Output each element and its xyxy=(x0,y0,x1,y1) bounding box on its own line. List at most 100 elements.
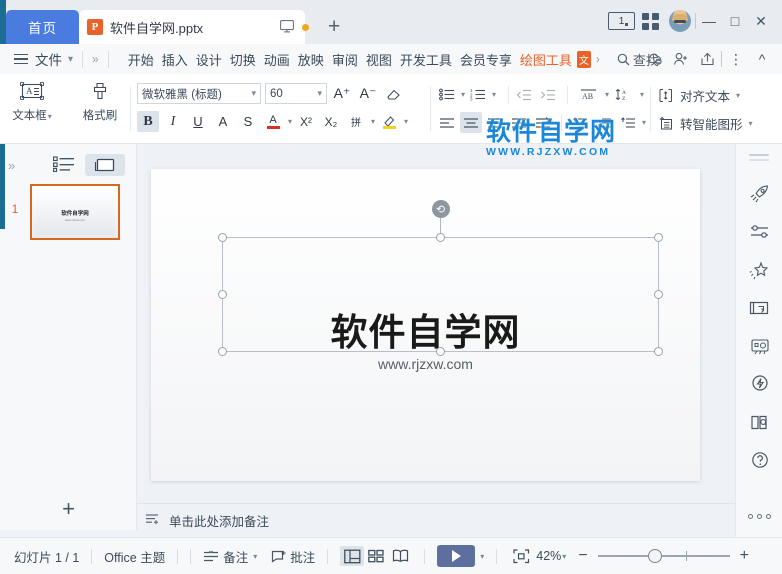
maximize-button[interactable]: □ xyxy=(722,11,748,31)
resize-handle-nw[interactable] xyxy=(218,233,227,242)
cloud-sync-icon[interactable] xyxy=(643,49,667,69)
ribbon-tab-7[interactable]: 视图 xyxy=(362,50,396,69)
design-ideas-icon[interactable] xyxy=(736,327,782,365)
magic-star-icon[interactable] xyxy=(736,251,782,289)
chevron-down-icon[interactable]: ▾ xyxy=(749,119,753,128)
font-color-button[interactable]: A xyxy=(262,111,284,132)
duplicate-icon[interactable] xyxy=(736,289,782,327)
close-button[interactable]: ✕ xyxy=(748,11,774,31)
slide-editor[interactable]: 软件自学网 www.rjzxw.com ⟲ xyxy=(151,169,700,481)
ribbon-tab-6[interactable]: 审阅 xyxy=(328,50,362,69)
chevron-down-icon[interactable]: ▾ xyxy=(605,90,609,99)
settings-sliders-icon[interactable] xyxy=(736,213,782,251)
resize-handle-sw[interactable] xyxy=(218,347,227,356)
font-name-select[interactable]: 微软雅黑 (标题) ▾ xyxy=(137,83,261,104)
slide-subtitle-text[interactable]: www.rjzxw.com xyxy=(151,356,700,372)
text-direction-button[interactable]: AB xyxy=(576,84,602,105)
tab-count-badge[interactable]: 1 xyxy=(608,12,635,30)
resize-handle-ne[interactable] xyxy=(654,233,663,242)
chevron-down-icon[interactable]: ▾ xyxy=(68,54,73,65)
all-tabs-grid-icon[interactable] xyxy=(635,11,665,31)
chevron-down-icon[interactable]: ▾ xyxy=(640,90,644,99)
bullet-list-button[interactable] xyxy=(436,84,458,105)
zoom-level-label[interactable]: 42% xyxy=(536,549,561,563)
sidebar-drag-handle[interactable] xyxy=(749,154,769,156)
chevron-down-icon[interactable]: ▾ xyxy=(492,90,496,99)
ribbon-tab-3[interactable]: 切换 xyxy=(226,50,260,69)
ribbon-tab-9[interactable]: 会员专享 xyxy=(456,50,516,69)
underline-button[interactable]: U xyxy=(187,111,209,132)
share-user-icon[interactable] xyxy=(669,49,693,69)
zoom-in-button[interactable]: + xyxy=(740,547,749,565)
format-brush-button[interactable]: 格式刷 xyxy=(74,74,126,123)
ribbon-tab-10[interactable]: 绘图工具 xyxy=(516,50,576,69)
align-top-button[interactable] xyxy=(569,112,591,133)
home-tab[interactable]: 首页 xyxy=(6,10,79,44)
selection-box[interactable]: ⟲ xyxy=(218,200,663,356)
chevron-down-icon[interactable]: ▾ xyxy=(461,90,465,99)
ribbon-tab-5[interactable]: 放映 xyxy=(294,50,328,69)
zoom-slider[interactable] xyxy=(597,549,730,563)
chevron-down-icon[interactable]: ▾ xyxy=(562,552,566,561)
chevron-down-icon[interactable]: ▾ xyxy=(317,88,322,99)
slide-thumbnail-1[interactable]: 软件自学网 www.rjzxw.com xyxy=(30,184,120,240)
text-shadow-button[interactable]: A xyxy=(212,111,234,132)
highlight-color-button[interactable] xyxy=(378,111,400,132)
chevron-down-icon[interactable]: ▾ xyxy=(48,112,52,121)
line-spacing-button[interactable]: AZ xyxy=(611,84,637,105)
read-book-icon[interactable] xyxy=(736,403,782,441)
strikethrough-button[interactable]: S xyxy=(237,111,259,132)
resize-handle-s[interactable] xyxy=(436,347,445,356)
normal-view-button[interactable] xyxy=(340,546,365,566)
ribbon-tab-2[interactable]: 设计 xyxy=(192,50,226,69)
pinyin-guide-button[interactable]: 拼 xyxy=(345,111,367,132)
chevron-down-icon[interactable]: ▾ xyxy=(642,118,646,127)
minimize-button[interactable]: — xyxy=(696,11,722,31)
zoom-out-button[interactable]: − xyxy=(578,547,587,565)
theme-label[interactable]: Office 主题 xyxy=(104,547,165,566)
help-icon[interactable] xyxy=(736,441,782,479)
more-dots-icon[interactable] xyxy=(736,501,782,531)
resize-handle-se[interactable] xyxy=(654,347,663,356)
resize-handle-e[interactable] xyxy=(654,290,663,299)
chevron-down-icon[interactable]: ▾ xyxy=(404,117,408,126)
expand-panel-icon[interactable]: » xyxy=(8,158,15,173)
reading-view-button[interactable] xyxy=(388,546,412,566)
notes-toggle-button[interactable]: 备注 ▾ xyxy=(203,547,257,566)
superscript-button[interactable]: X² xyxy=(295,111,317,132)
outline-view-icon[interactable] xyxy=(53,155,75,175)
grow-font-button[interactable]: A⁺ xyxy=(331,83,353,104)
align-middle-button[interactable] xyxy=(593,112,615,133)
share-export-icon[interactable] xyxy=(695,49,719,69)
resize-handle-n[interactable] xyxy=(436,233,445,242)
chevron-down-icon[interactable]: ▾ xyxy=(480,552,484,561)
add-slide-button[interactable]: + xyxy=(0,496,137,522)
subscript-button[interactable]: X₂ xyxy=(320,111,342,132)
ribbon-tab-8[interactable]: 开发工具 xyxy=(396,50,456,69)
distribute-button[interactable] xyxy=(532,112,554,133)
slide-view-icon[interactable] xyxy=(85,154,126,176)
smartart-label[interactable]: 转智能图形 xyxy=(680,114,743,133)
align-left-button[interactable] xyxy=(436,112,458,133)
new-tab-button[interactable]: + xyxy=(328,16,340,37)
file-menu-label[interactable]: 文件 xyxy=(35,49,62,69)
shrink-font-button[interactable]: A⁻ xyxy=(357,83,379,104)
menu-icon[interactable] xyxy=(14,53,28,65)
fit-to-window-button[interactable] xyxy=(509,546,533,566)
font-size-select[interactable]: 60 ▾ xyxy=(265,83,327,104)
add-notes-icon[interactable] xyxy=(145,512,161,529)
collapse-ribbon-icon[interactable]: ^ xyxy=(750,49,774,69)
monitor-icon[interactable] xyxy=(280,20,294,36)
slide-canvas-area[interactable]: 软件自学网 www.rjzxw.com ⟲ − xyxy=(137,144,735,503)
chevron-down-icon[interactable]: ▾ xyxy=(253,552,257,561)
document-tab[interactable]: P 软件自学网.pptx xyxy=(79,10,305,44)
comments-button[interactable]: 批注 xyxy=(271,547,315,566)
increase-indent-button[interactable] xyxy=(537,84,559,105)
notes-placeholder[interactable]: 单击此处添加备注 xyxy=(169,511,269,530)
chevron-down-icon[interactable]: ▾ xyxy=(251,88,256,99)
ribbon-tab-0[interactable]: 开始 xyxy=(124,50,158,69)
ribbon-tab-4[interactable]: 动画 xyxy=(260,50,294,69)
chevron-down-icon[interactable]: ▾ xyxy=(736,91,740,100)
justify-button[interactable] xyxy=(508,112,530,133)
rotate-handle-icon[interactable]: ⟲ xyxy=(431,200,450,218)
